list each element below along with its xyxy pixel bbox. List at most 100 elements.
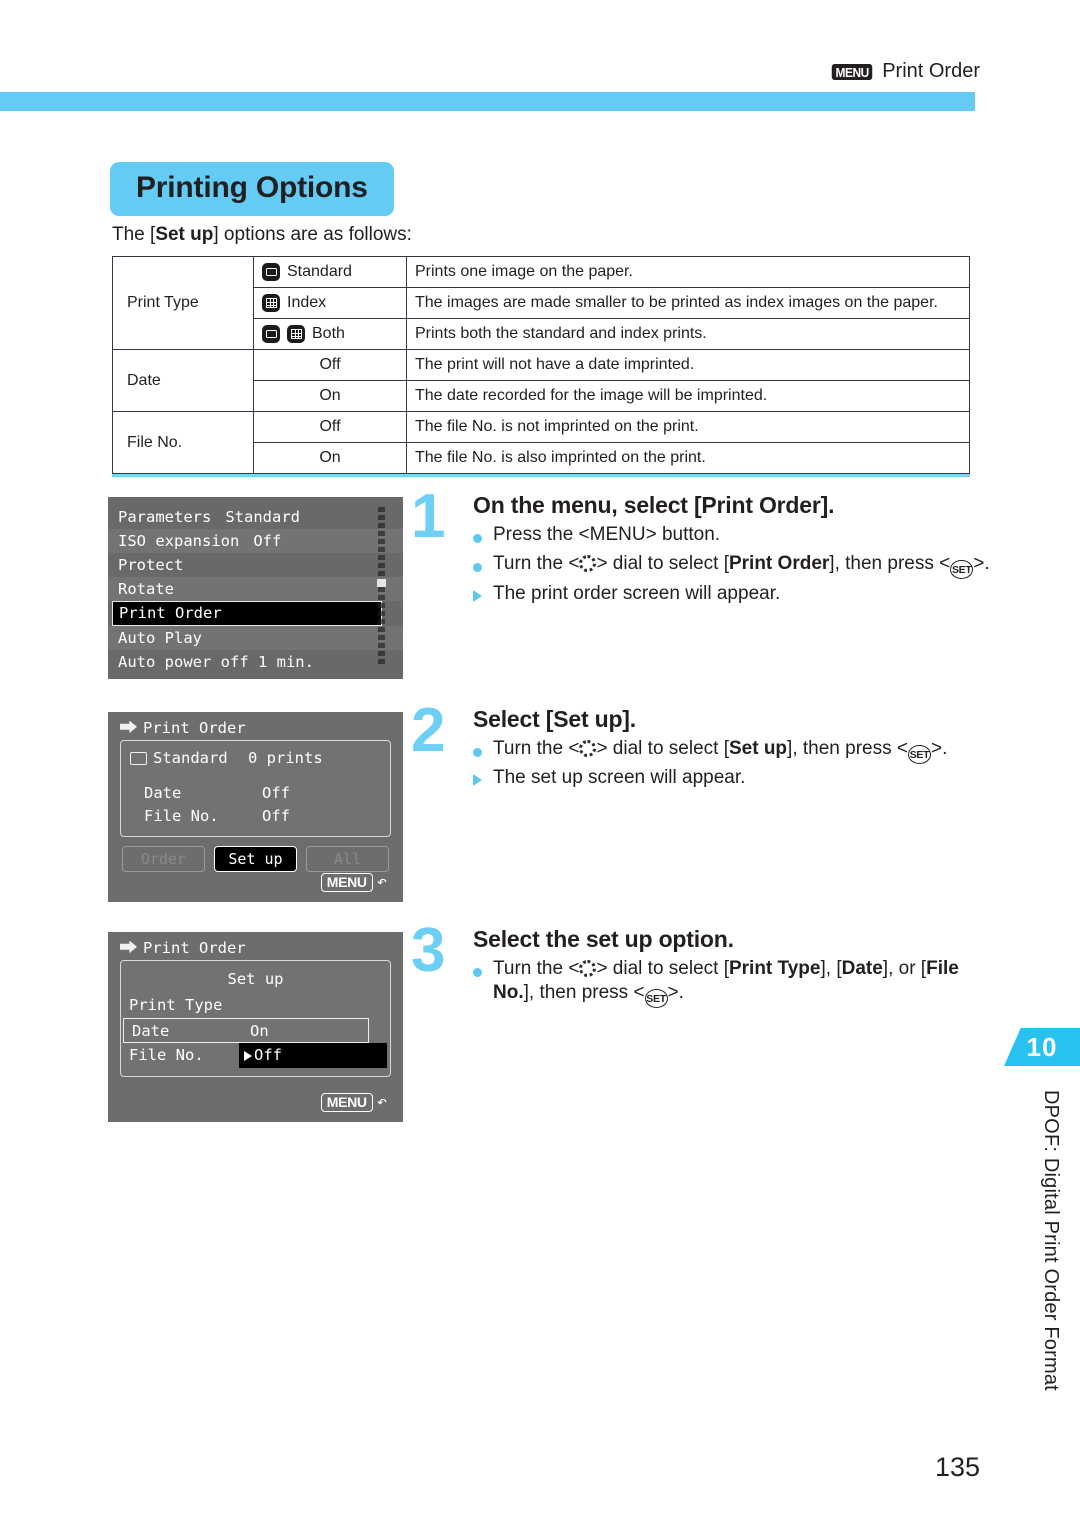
section-divider <box>112 474 970 477</box>
lcd3-fileno-label: File No. <box>129 1046 204 1064</box>
lcd2-title-row: Print Order <box>108 712 403 740</box>
lcd3-fileno-value-highlight[interactable]: Off <box>239 1043 387 1068</box>
lcd2-button-order[interactable]: Order <box>122 846 205 872</box>
menu-item-auto-play[interactable]: Auto Play <box>108 626 403 650</box>
lcd3-panel: Set up Print Type Date On File No. Off <box>120 960 391 1077</box>
bullet-dot-icon <box>473 523 493 550</box>
table-option-cell: Standard <box>253 256 407 288</box>
lcd2-standard-label: Standard <box>153 749 228 767</box>
step-1-title: On the menu, select [Print Order]. <box>473 492 835 518</box>
lcd3-fileno-value: Off <box>254 1046 282 1064</box>
step-1-line-2: Turn the < > dial to select [Print Order]… <box>473 552 993 580</box>
step-2-line-1: Turn the < > dial to select [Set up], the… <box>473 737 993 764</box>
menu-item-rotate[interactable]: Rotate <box>108 577 403 601</box>
menu-item-auto-power-off-1-min[interactable]: Auto power off 1 min. <box>108 650 403 674</box>
lcd2-button-row: Order Set up All <box>122 846 389 872</box>
intro-text: The [Set up] options are as follows: <box>112 224 412 246</box>
running-header-title: Print Order <box>882 60 980 82</box>
table-row: Print Type Standard Prints one image on th… <box>112 256 970 350</box>
lcd3-date-label: Date <box>132 1022 170 1040</box>
table-row: File No. Off The file No. is not imprinted… <box>112 411 970 474</box>
page-number: 135 <box>934 1452 980 1482</box>
lcd3-fileno-row[interactable]: File No. Off <box>121 1043 390 1068</box>
table-description-cell: Prints one image on the paper. <box>406 256 970 288</box>
scrollbar-thumb[interactable] <box>377 579 386 587</box>
selection-pointer-icon <box>244 1050 252 1061</box>
lcd3-print-type-label: Print Type <box>129 996 223 1014</box>
header-accent-bar <box>0 92 975 111</box>
step-1-number: 1 <box>411 482 446 551</box>
table-option-name: Off <box>319 356 341 373</box>
table-option-name: Standard <box>287 263 352 280</box>
step-line-text: Turn the < > dial to select [Print Type],… <box>493 957 993 1009</box>
lcd2-menu-return[interactable]: MENU ↶ <box>320 872 387 892</box>
return-arrow-icon: ↶ <box>376 1092 387 1112</box>
playback-icon <box>120 940 137 954</box>
result-arrow-icon <box>473 766 493 793</box>
step-3: 3 Select the set up option. Turn the < > … <box>411 920 993 1009</box>
step-1-body: Press the <MENU> button. Turn the < > dial… <box>473 523 993 609</box>
menu-item-label: Protect <box>118 556 184 574</box>
setup-options-table: Print Type Standard Prints one image on th… <box>112 256 970 474</box>
lcd3-menu-return[interactable]: MENU ↶ <box>320 1092 387 1112</box>
table-description-cell: The print will not have a date imprinted… <box>406 349 970 381</box>
lcd2-date-label: Date <box>144 784 182 802</box>
scrollbar[interactable] <box>378 507 385 667</box>
table-option-cell: Off <box>253 349 407 381</box>
step-line-text: Turn the < > dial to select [Set up], the… <box>493 737 993 764</box>
menu-item-print-order[interactable]: Print Order <box>112 601 382 626</box>
step-2-title: Select [Set up]. <box>473 706 636 732</box>
step-1: 1 On the menu, select [Print Order]. Pre… <box>411 486 993 609</box>
lcd2-spacer <box>121 770 390 782</box>
camera-screen-print-order: Print Order Standard 0 prints Date Off F… <box>108 712 403 902</box>
intro-suffix: ] options are as follows: <box>213 224 412 245</box>
lcd2-fileno-row: File No. Off <box>121 805 390 828</box>
intro-bold: Set up <box>155 224 214 245</box>
chapter-tab: 10 <box>1004 1028 1080 1066</box>
standard-print-icon <box>130 752 147 765</box>
step-3-number: 3 <box>411 916 446 985</box>
lcd2-date-value: Off <box>262 784 290 802</box>
page-title: Printing Options <box>110 162 394 216</box>
table-row: Date Off The print will not have a date im… <box>112 349 970 412</box>
return-arrow-icon: ↶ <box>376 872 387 892</box>
lcd2-button-all[interactable]: All <box>306 846 389 872</box>
menu-item-parameters[interactable]: Parameters Standard <box>108 505 403 529</box>
table-option-name: Index <box>287 294 327 311</box>
menu-icon: MENU <box>831 63 873 80</box>
menu-item-protect[interactable]: Protect <box>108 553 403 577</box>
table-row-label: Date <box>112 349 254 412</box>
step-1-line-3: The print order screen will appear. <box>473 582 993 609</box>
table-option-cell: Both <box>253 318 407 350</box>
step-2-number: 2 <box>411 696 446 765</box>
menu-item-label: ISO expansion <box>118 532 240 550</box>
menu-item-value: Standard <box>225 508 300 526</box>
table-row-label: File No. <box>112 411 254 474</box>
lcd3-print-type-row[interactable]: Print Type <box>121 993 390 1018</box>
menu-item-value: Off <box>253 532 282 550</box>
playback-icon <box>120 720 137 734</box>
menu-item-label: Print Order <box>119 604 222 622</box>
step-line-text: The print order screen will appear. <box>493 582 781 604</box>
standard-icon <box>262 263 280 281</box>
lcd2-panel: Standard 0 prints Date Off File No. Off <box>120 740 391 837</box>
table-description-cell: Prints both the standard and index print… <box>406 318 970 350</box>
lcd3-date-row[interactable]: Date On <box>123 1018 369 1043</box>
table-description-cell: The file No. is also imprinted on the pr… <box>406 442 970 474</box>
step-line-text: Press the <MENU> button. <box>493 524 721 545</box>
running-header: MENU Print Order <box>830 60 980 83</box>
camera-screen-menu: Parameters Standard ISO expansion Off Protec… <box>108 497 403 679</box>
menu-button-icon[interactable]: MENU <box>320 873 373 892</box>
menu-item-iso-expansion[interactable]: ISO expansion Off <box>108 529 403 553</box>
lcd3-setup-header: Set up <box>227 970 284 988</box>
menu-item-label: Rotate <box>118 580 174 598</box>
menu-button-icon[interactable]: MENU <box>320 1093 373 1112</box>
menu-item-label: Parameters <box>118 508 212 526</box>
step-line-text: The set up screen will appear. <box>493 767 746 789</box>
table-description-cell: The date recorded for the image will be … <box>406 380 970 412</box>
lcd2-standard-key: Standard <box>130 747 248 770</box>
lcd2-button-set-up[interactable]: Set up <box>214 846 297 872</box>
table-option-cell: Off <box>253 411 407 443</box>
lcd3-title-row: Print Order <box>108 932 403 960</box>
bullet-dot-icon <box>473 737 493 764</box>
